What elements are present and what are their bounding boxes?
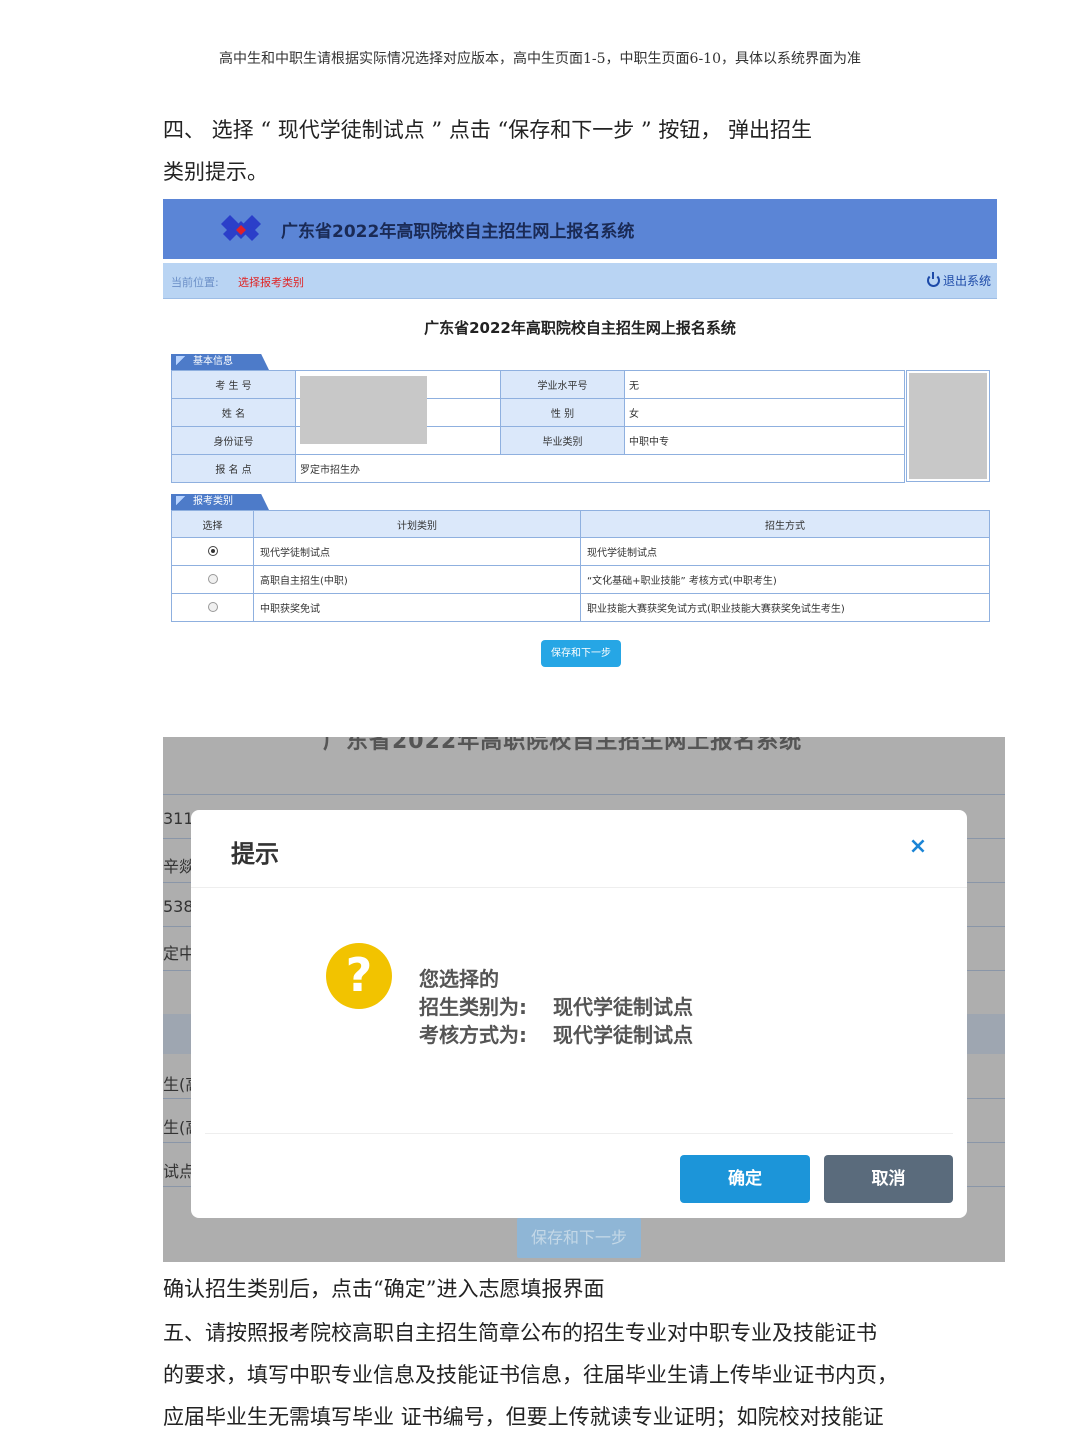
grad-type-value: 中职中专 <box>624 426 905 455</box>
close-icon[interactable]: × <box>905 834 931 860</box>
redacted-block <box>300 376 427 444</box>
table-row: 考 生 号 学业水平号 无 <box>171 370 905 399</box>
table-row: 现代学徒制试点 现代学徒制试点 <box>171 537 990 566</box>
category-table: 选择 计划类别 招生方式 现代学徒制试点 现代学徒制试点 高职自主招生(中职) … <box>171 510 990 622</box>
breadcrumb-current[interactable]: 选择报考类别 <box>238 274 304 290</box>
basic-info-table: 考 生 号 学业水平号 无 姓 名 性 别 女 身份证号 毕业类别 中职中专 报… <box>171 370 905 483</box>
section-tab-category: 报考类别 <box>171 494 269 510</box>
save-next-button[interactable]: 保存和下一步 <box>541 640 621 667</box>
radio-unselected[interactable] <box>207 602 218 612</box>
site-value: 罗定市招生办 <box>295 454 905 483</box>
col-header-plan: 计划类别 <box>253 510 581 538</box>
exam-no-label: 考 生 号 <box>171 370 296 399</box>
table-row: 身份证号 毕业类别 中职中专 <box>171 426 905 455</box>
gender-label: 性 别 <box>500 398 625 427</box>
header-note: 高中生和中职生请根据实际情况选择对应版本，高中生页面1-5，中职生页面6-10，… <box>219 51 861 67</box>
plan-cell: 中职获奖免试 <box>253 593 581 622</box>
divider <box>163 794 1005 795</box>
gender-value: 女 <box>624 398 905 427</box>
table-row: 高职自主招生(中职) “文化基础+职业技能” 考核方式(中职考生) <box>171 565 990 594</box>
table-row: 报 名 点 罗定市招生办 <box>171 454 905 483</box>
after-dialog-text: 确认招生类别后，点击“确定”进入志愿填报界面 <box>163 1277 605 1301</box>
system-header: 广东省2022年高职院校自主招生网上报名系统 <box>163 199 997 259</box>
id-label: 身份证号 <box>171 426 296 455</box>
step5-text: 五、请按照报考院校高职自主招生简章公布的招生专业对中职专业及技能证书 的要求，填… <box>163 1312 923 1438</box>
logout-label: 退出系统 <box>942 274 991 288</box>
breadcrumb: 当前位置: 选择报考类别 退出系统 <box>163 263 997 299</box>
step4-line1: 四、 选择 “ 现代学徒制试点 ” 点击 “保存和下一步 ” 按钮， 弹出招生 <box>163 118 813 142</box>
screenshot-confirm-dialog: 广东省2022年高职院校自主招生网上报名系统 311 辛燚 538 定中 生(高… <box>163 737 1005 1262</box>
bg-system-title: 广东省2022年高职院校自主招生网上报名系统 <box>323 737 803 754</box>
bg-save-next-button: 保存和下一步 <box>517 1218 641 1258</box>
table-row: 姓 名 性 别 女 <box>171 398 905 427</box>
bg-fragment: 538 <box>163 897 194 916</box>
method-cell: 现代学徒制试点 <box>580 537 990 566</box>
logo-icon <box>221 215 261 241</box>
type-label: 招生类别为: <box>419 995 527 1019</box>
table-header-row: 选择 计划类别 招生方式 <box>171 510 990 538</box>
plan-cell: 现代学徒制试点 <box>253 537 581 566</box>
type-value: 现代学徒制试点 <box>553 995 693 1019</box>
method-label: 考核方式为: <box>419 1023 527 1047</box>
confirm-button[interactable]: 确定 <box>680 1155 810 1203</box>
message-line1: 您选择的 <box>419 967 499 991</box>
divider <box>191 887 967 888</box>
confirm-dialog: 提示 × ? 您选择的 招生类别为: 现代学徒制试点 考核方式为: 现代学徒制试点 … <box>191 810 967 1218</box>
col-header-select: 选择 <box>171 510 254 538</box>
site-label: 报 名 点 <box>171 454 296 483</box>
table-row: 中职获奖免试 职业技能大赛获奖免试方式(职业技能大赛获奖免试生考生) <box>171 593 990 622</box>
select-cell <box>171 593 254 622</box>
name-label: 姓 名 <box>171 398 296 427</box>
col-header-method: 招生方式 <box>580 510 990 538</box>
page-title: 广东省2022年高职院校自主招生网上报名系统 <box>424 319 736 337</box>
section-tab-basic: 基本信息 <box>171 354 269 370</box>
select-cell <box>171 537 254 566</box>
method-cell: “文化基础+职业技能” 考核方式(中职考生) <box>580 565 990 594</box>
method-value: 现代学徒制试点 <box>553 1023 693 1047</box>
step4-line2: 类别提示。 <box>163 160 268 184</box>
level-no-label: 学业水平号 <box>500 370 625 399</box>
method-cell: 职业技能大赛获奖免试方式(职业技能大赛获奖免试生考生) <box>580 593 990 622</box>
step5-line1: 五、请按照报考院校高职自主招生简章公布的招生专业对中职专业及技能证书 <box>163 1321 877 1345</box>
photo-frame <box>906 370 990 482</box>
message-type-row: 招生类别为: 现代学徒制试点 <box>419 993 693 1021</box>
grad-type-label: 毕业类别 <box>500 426 625 455</box>
question-icon: ? <box>326 943 392 1009</box>
system-title: 广东省2022年高职院校自主招生网上报名系统 <box>281 222 635 242</box>
dialog-title: 提示 <box>231 840 279 868</box>
divider <box>205 1133 953 1134</box>
radio-unselected[interactable] <box>207 574 218 584</box>
plan-cell: 高职自主招生(中职) <box>253 565 581 594</box>
step4-text: 四、 选择 “ 现代学徒制试点 ” 点击 “保存和下一步 ” 按钮， 弹出招生 … <box>163 109 923 193</box>
step5-line2: 的要求，填写中职专业信息及技能证书信息，往届毕业生请上传毕业证书内页， <box>163 1363 898 1387</box>
breadcrumb-label: 当前位置: <box>171 276 219 289</box>
bg-fragment: 311 <box>163 809 194 828</box>
radio-selected[interactable] <box>207 546 218 556</box>
power-icon <box>926 272 940 287</box>
screenshot-select-category: 广东省2022年高职院校自主招生网上报名系统 当前位置: 选择报考类别 退出系统… <box>163 199 997 669</box>
logout-button[interactable]: 退出系统 <box>926 272 991 289</box>
select-cell <box>171 565 254 594</box>
step5-line3: 应届毕业生无需填写毕业 证书编号，但要上传就读专业证明；如院校对技能证 <box>163 1405 884 1429</box>
redacted-photo <box>909 373 987 479</box>
dialog-message: 您选择的 招生类别为: 现代学徒制试点 考核方式为: 现代学徒制试点 <box>419 965 693 1049</box>
message-method-row: 考核方式为: 现代学徒制试点 <box>419 1021 693 1049</box>
level-no-value: 无 <box>624 370 905 399</box>
cancel-button[interactable]: 取消 <box>824 1155 953 1203</box>
